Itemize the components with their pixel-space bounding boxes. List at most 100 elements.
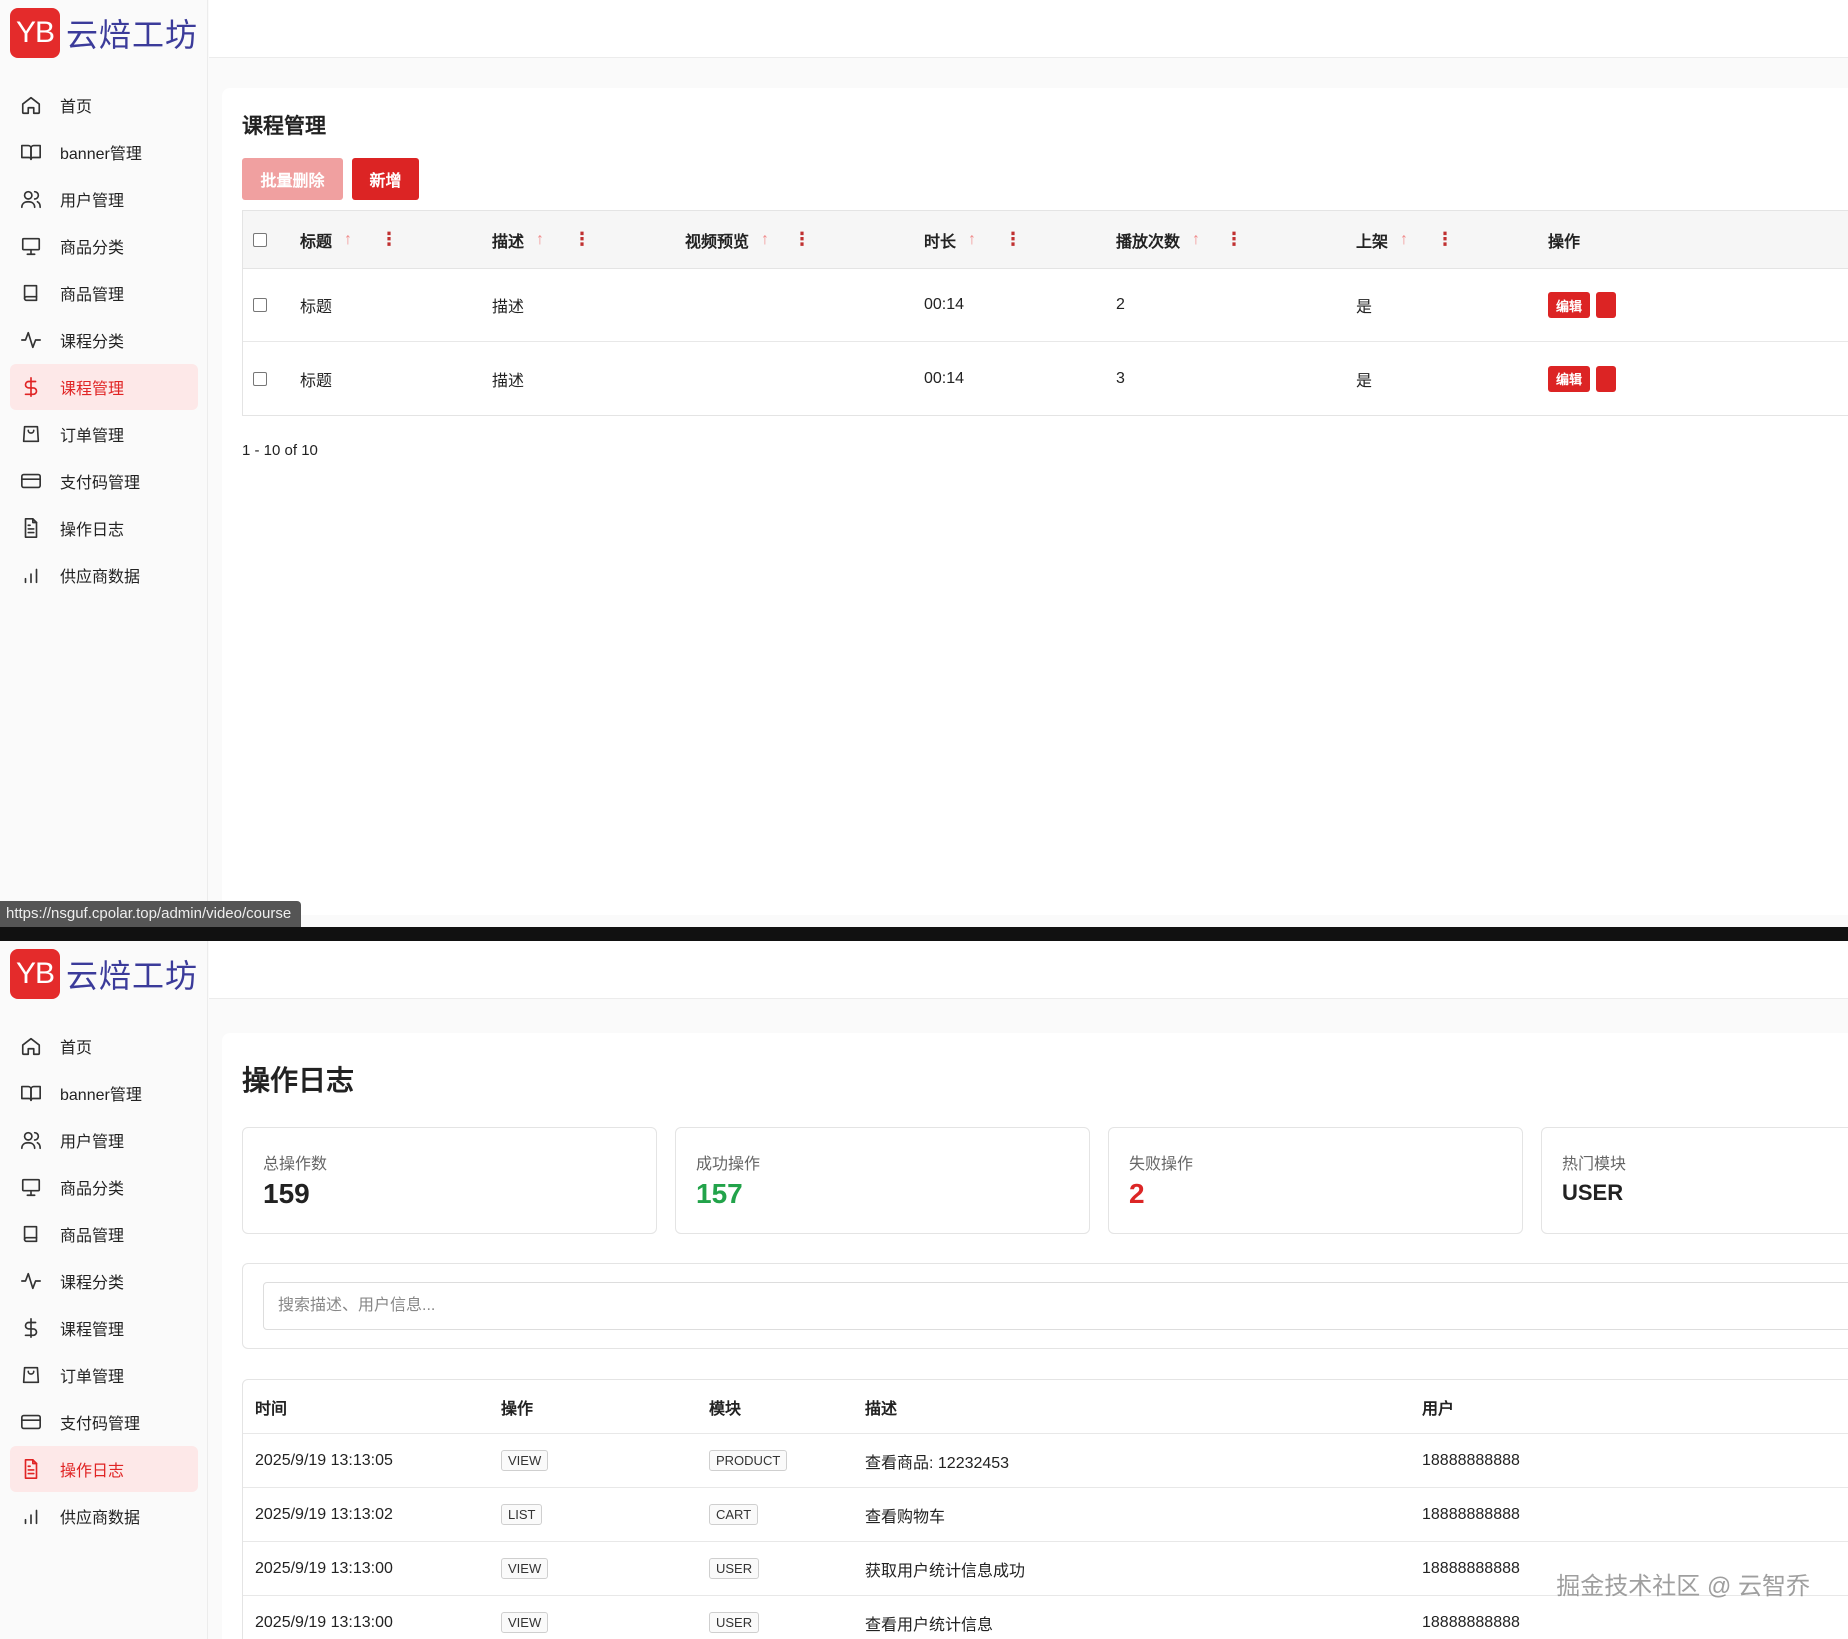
sidebar-item-8[interactable]: 订单管理: [10, 411, 198, 457]
course-table: 标题 ↑ ⋮ 描述 ↑ ⋮ 视频预览 ↑ ⋮ 时长 ↑ ⋮ 播放次数 ↑ ⋮ 上架 ↑ ⋮ …: [242, 210, 1848, 416]
sidebar-item-9[interactable]: 支付码管理: [10, 458, 198, 504]
column-menu-icon[interactable]: ⋮: [1225, 229, 1243, 250]
row-checkbox[interactable]: [253, 342, 267, 415]
sort-arrow-icon[interactable]: ↑: [344, 231, 352, 249]
brand-name: 云焙工坊: [66, 16, 199, 54]
sort-arrow-icon[interactable]: ↑: [1400, 231, 1408, 249]
cell-module: USER: [709, 1542, 760, 1595]
edit-button[interactable]: 编辑: [1548, 365, 1591, 392]
logo-badge: YB: [10, 949, 60, 999]
column-header-actions: 操作: [1548, 233, 1581, 251]
watermark: 掘金技术社区 @ 云智乔: [1556, 1573, 1810, 1600]
delete-button[interactable]: [1596, 292, 1617, 318]
sidebar-item-6[interactable]: 课程分类: [10, 317, 198, 363]
add-button[interactable]: 新增: [352, 158, 419, 200]
sidebar-item-8[interactable]: 订单管理: [10, 1352, 198, 1398]
sidebar: YB 云焙工坊 首页 banner管理 用户管理商品分类商品管理 课程分类课程管理订单…: [0, 0, 208, 927]
action-badge: VIEW: [501, 1558, 549, 1579]
stat-label: 热门模块: [1562, 1156, 1627, 1173]
column-menu-icon[interactable]: ⋮: [573, 229, 591, 250]
log-rows: 2025/9/19 13:13:05 VIEW PRODUCT 查看商品: 12232…: [243, 1434, 1848, 1639]
cell-desc: 查看购物车: [865, 1508, 946, 1526]
column-header-listed[interactable]: 上架 ↑: [1356, 211, 1408, 268]
stat-label: 成功操作: [696, 1156, 761, 1173]
sidebar-item-label: 商品管理: [60, 1228, 125, 1245]
sidebar-item-6[interactable]: 课程分类: [10, 1258, 198, 1304]
cell-desc: 描述: [492, 372, 525, 390]
search-panel: [242, 1263, 1848, 1349]
sidebar-item-label: 用户管理: [60, 1134, 125, 1151]
sidebar-item-5[interactable]: 商品管理: [10, 1211, 198, 1257]
sidebar-item-3[interactable]: 用户管理: [10, 1117, 198, 1163]
sidebar-item-9[interactable]: 支付码管理: [10, 1399, 198, 1445]
sort-arrow-icon[interactable]: ↑: [1192, 231, 1200, 249]
select-all-checkbox[interactable]: [253, 211, 267, 268]
sidebar-item-4[interactable]: 商品分类: [10, 1164, 198, 1210]
sidebar-item-2[interactable]: banner管理: [10, 1070, 198, 1116]
sidebar-item-label: 商品分类: [60, 240, 125, 257]
cell-plays: 2: [1116, 296, 1125, 313]
sidebar-item-label: 操作日志: [60, 522, 125, 539]
table-header: 时间 操作 模块 描述 用户: [243, 1380, 1848, 1434]
column-menu-icon[interactable]: ⋮: [793, 229, 811, 250]
page-title: 课程管理: [242, 115, 326, 138]
module-badge: CART: [709, 1504, 759, 1525]
column-header-title[interactable]: 标题 ↑: [300, 211, 352, 268]
sort-arrow-icon[interactable]: ↑: [761, 231, 769, 249]
sort-arrow-icon[interactable]: ↑: [968, 231, 976, 249]
dollar-icon: [20, 1317, 60, 1339]
sidebar-item-2[interactable]: banner管理: [10, 129, 198, 175]
sidebar-item-label: 供应商数据: [60, 569, 141, 586]
cell-time: 2025/9/19 13:13:00: [255, 1613, 393, 1631]
column-header-duration[interactable]: 时长 ↑: [924, 211, 976, 268]
screenshot-divider: [0, 927, 1848, 941]
sidebar-item-10[interactable]: 操作日志: [10, 1446, 198, 1492]
column-header-plays[interactable]: 播放次数 ↑: [1116, 211, 1200, 268]
column-header-preview[interactable]: 视频预览 ↑: [685, 211, 769, 268]
batch-delete-button[interactable]: 批量删除: [242, 158, 343, 200]
sidebar-item-11[interactable]: 供应商数据: [10, 552, 198, 598]
cell-listed: 是: [1356, 372, 1373, 390]
cell-action: VIEW: [501, 1542, 549, 1595]
sidebar-item-label: 商品分类: [60, 1181, 125, 1198]
file-text-icon: [20, 517, 60, 539]
status-bar-url: https://nsguf.cpolar.top/admin/video/cou…: [0, 901, 302, 927]
sidebar-item-1[interactable]: 首页: [10, 82, 198, 128]
page-title: 操作日志: [242, 1065, 355, 1096]
sidebar-item-7[interactable]: 课程管理: [10, 364, 198, 410]
sidebar-item-10[interactable]: 操作日志: [10, 505, 198, 551]
activity-icon: [20, 329, 60, 351]
sort-arrow-icon[interactable]: ↑: [536, 231, 544, 249]
cell-user: 18888888888: [1422, 1451, 1520, 1469]
cell-action: VIEW: [501, 1596, 549, 1639]
search-input[interactable]: [263, 1282, 1848, 1330]
column-menu-icon[interactable]: ⋮: [1004, 229, 1022, 250]
row-checkbox[interactable]: [253, 269, 267, 341]
dollar-icon: [20, 376, 60, 398]
sidebar-item-label: 课程管理: [60, 381, 125, 398]
column-menu-icon[interactable]: ⋮: [1436, 229, 1454, 250]
column-header-action: 操作: [501, 1400, 534, 1418]
column-header-user: 用户: [1422, 1400, 1455, 1418]
brand-logo[interactable]: YB 云焙工坊: [10, 8, 198, 58]
cell-plays: 3: [1116, 369, 1125, 387]
sidebar-item-5[interactable]: 商品管理: [10, 270, 198, 316]
action-badge: VIEW: [501, 1612, 549, 1633]
sidebar-item-1[interactable]: 首页: [10, 1023, 198, 1069]
sidebar-item-3[interactable]: 用户管理: [10, 176, 198, 222]
column-header-desc: 描述: [865, 1400, 898, 1418]
bar-chart-icon: [20, 564, 60, 586]
edit-button[interactable]: 编辑: [1548, 292, 1591, 318]
column-header-desc[interactable]: 描述 ↑: [492, 211, 544, 268]
cell-duration: 00:14: [924, 296, 965, 313]
operation-log-card: 操作日志 总操作数 159 成功操作 157 失败操作 2 热门模块 USER …: [222, 1033, 1848, 1639]
sidebar-item-4[interactable]: 商品分类: [10, 223, 198, 269]
action-badge: LIST: [501, 1504, 543, 1525]
sidebar-item-11[interactable]: 供应商数据: [10, 1493, 198, 1539]
delete-button[interactable]: [1596, 365, 1617, 392]
column-menu-icon[interactable]: ⋮: [380, 229, 398, 250]
operation-log-screen: YB 云焙工坊 首页 banner管理用户管理商品分类商品管理课程分类 课程管理 订单…: [0, 941, 1848, 1639]
sidebar-item-7[interactable]: 课程管理: [10, 1305, 198, 1351]
brand-logo[interactable]: YB 云焙工坊: [10, 949, 198, 999]
sidebar: YB 云焙工坊 首页 banner管理用户管理商品分类商品管理课程分类 课程管理 订单…: [0, 941, 208, 1639]
